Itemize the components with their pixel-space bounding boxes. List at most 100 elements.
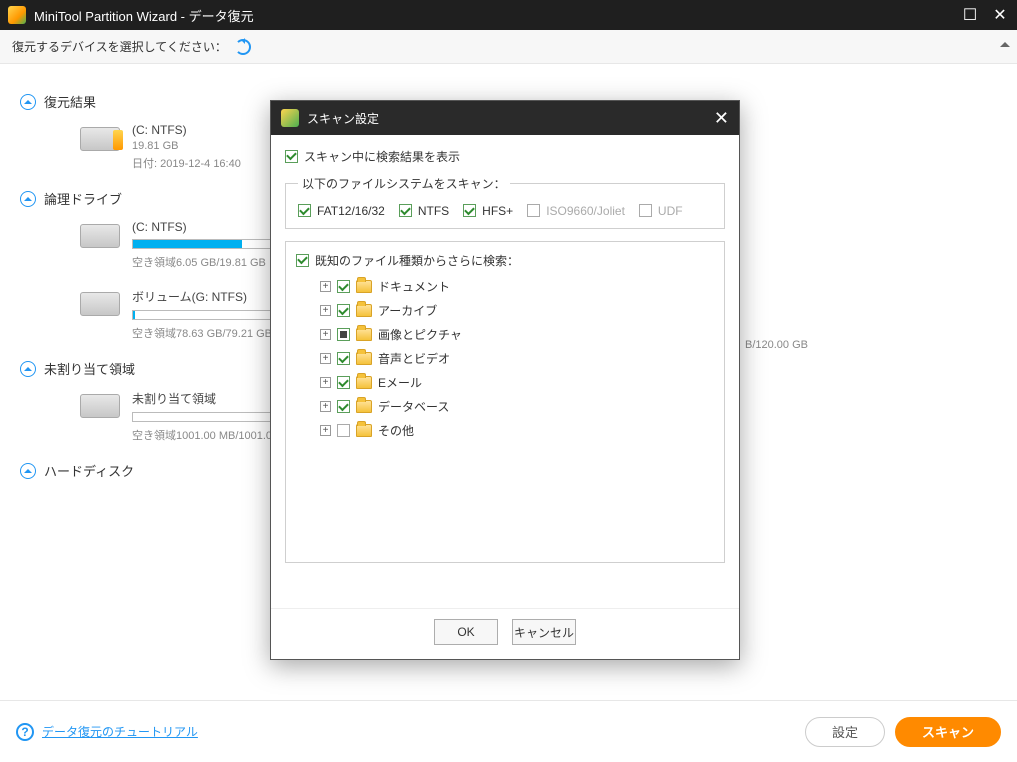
checkbox-icon [399,204,412,217]
checkbox-icon [463,204,476,217]
fs-udf-checkbox[interactable]: UDF [639,204,683,218]
section-label: 復元結果 [44,92,96,111]
scan-settings-dialog: スキャン設定 ✕ スキャン中に検索結果を表示 以下のファイルシステムをスキャン：… [270,100,740,660]
chevron-up-icon[interactable] [20,361,36,377]
checkbox-icon[interactable] [296,254,309,267]
filetype-root[interactable]: 既知のファイル種類からさらに検索： [296,252,714,269]
fs-iso-checkbox[interactable]: ISO9660/Joliet [527,204,625,218]
usage-bar [132,239,292,249]
bottom-bar: ? データ復元のチュートリアル 設定 スキャン [0,700,1017,762]
tree-item-audiovideo[interactable]: + 音声とビデオ [306,347,714,371]
drive-size: 19.81 GB [132,140,241,152]
show-results-checkbox[interactable]: スキャン中に検索結果を表示 [285,148,460,165]
tree-root-label: 既知のファイル種類からさらに検索： [315,252,519,269]
fs-hfs-checkbox[interactable]: HFS+ [463,204,513,218]
drive-icon [80,292,120,316]
checkbox-icon[interactable] [337,424,350,437]
filesystem-fieldset: 以下のファイルシステムをスキャン： FAT12/16/32 NTFS HFS+ … [285,175,725,229]
dialog-title: スキャン設定 [307,110,379,127]
tutorial-link[interactable]: データ復元のチュートリアル [42,723,198,740]
tree-item-label: データベース [378,398,449,415]
checkbox-icon[interactable] [337,280,350,293]
drive-sub: 空き領域1001.00 MB/1001.00. [132,427,292,443]
checkbox-icon [639,204,652,217]
expand-icon[interactable]: + [320,377,331,388]
filesystem-legend: 以下のファイルシステムをスキャン： [298,175,510,192]
drive-sub-fragment: B/120.00 GB [745,339,808,351]
folder-icon [356,400,372,413]
drive-icon [80,394,120,418]
ok-button[interactable]: OK [434,619,498,645]
checkbox-label: HFS+ [482,204,513,218]
dialog-title-bar: スキャン設定 ✕ [271,101,739,135]
close-icon[interactable]: ✕ [714,108,729,129]
checkbox-label: FAT12/16/32 [317,204,385,218]
drive-title: (C: NTFS) [132,123,241,137]
scroll-up-icon[interactable] [999,38,1011,50]
expand-icon[interactable]: + [320,401,331,412]
title-bar: MiniTool Partition Wizard - データ復元 ☐ ✕ [0,0,1017,30]
checkbox-icon [298,204,311,217]
select-device-prompt: 復元するデバイスを選択してください： [12,38,227,55]
tree-item-documents[interactable]: + ドキュメント [306,275,714,299]
app-icon [281,109,299,127]
folder-icon [356,352,372,365]
chevron-up-icon[interactable] [20,191,36,207]
tree-item-database[interactable]: + データベース [306,395,714,419]
tree-item-label: 画像とピクチャ [378,326,462,343]
drive-sub: 空き領域78.63 GB/79.21 GB [132,325,292,341]
folder-icon [356,424,372,437]
checkbox-label: NTFS [418,204,449,218]
expand-icon[interactable]: + [320,329,331,340]
dialog-footer: OK キャンセル [271,608,739,659]
checkbox-icon[interactable] [337,376,350,389]
section-label: 未割り当て領域 [44,359,135,378]
chevron-up-icon[interactable] [20,463,36,479]
cancel-button[interactable]: キャンセル [512,619,576,645]
filetype-tree: 既知のファイル種類からさらに検索： + ドキュメント + アーカイブ + [285,241,725,563]
usage-bar [132,412,292,422]
window-title: MiniTool Partition Wizard - データ復元 [34,6,254,25]
drive-title: ボリューム(G: NTFS) [132,288,292,305]
drive-sub: 空き領域6.05 GB/19.81 GB [132,254,292,270]
maximize-icon[interactable]: ☐ [961,5,979,25]
fs-fat-checkbox[interactable]: FAT12/16/32 [298,204,385,218]
expand-icon[interactable]: + [320,425,331,436]
chevron-up-icon[interactable] [20,94,36,110]
checkbox-icon[interactable] [337,304,350,317]
checkbox-icon[interactable] [337,352,350,365]
expand-icon[interactable]: + [320,305,331,316]
checkbox-icon[interactable] [337,400,350,413]
folder-icon [356,280,372,293]
tree-item-label: 音声とビデオ [378,350,450,367]
drive-icon [80,224,120,248]
tree-item-label: Eメール [378,374,422,391]
fs-ntfs-checkbox[interactable]: NTFS [399,204,449,218]
drive-title: (C: NTFS) [132,220,292,234]
section-label: 論理ドライブ [44,189,122,208]
folder-icon [356,304,372,317]
toolbar: 復元するデバイスを選択してください： [0,30,1017,64]
tree-item-label: ドキュメント [378,278,450,295]
usage-bar [132,310,292,320]
checkbox-icon [527,204,540,217]
tree-item-images[interactable]: + 画像とピクチャ [306,323,714,347]
expand-icon[interactable]: + [320,281,331,292]
window-controls: ☐ ✕ [961,5,1009,25]
app-icon [8,6,26,24]
tree-item-email[interactable]: + Eメール [306,371,714,395]
scan-button[interactable]: スキャン [895,717,1001,747]
checkbox-label: UDF [658,204,683,218]
folder-icon [356,328,372,341]
tree-item-archives[interactable]: + アーカイブ [306,299,714,323]
refresh-icon[interactable] [235,39,251,55]
help-icon[interactable]: ? [16,723,34,741]
checkbox-icon[interactable] [337,328,350,341]
folder-icon [356,376,372,389]
tree-item-other[interactable]: + その他 [306,419,714,443]
close-icon[interactable]: ✕ [991,5,1009,25]
dialog-body: スキャン中に検索結果を表示 以下のファイルシステムをスキャン： FAT12/16… [271,135,739,608]
settings-button[interactable]: 設定 [805,717,885,747]
expand-icon[interactable]: + [320,353,331,364]
checkbox-label: ISO9660/Joliet [546,204,625,218]
